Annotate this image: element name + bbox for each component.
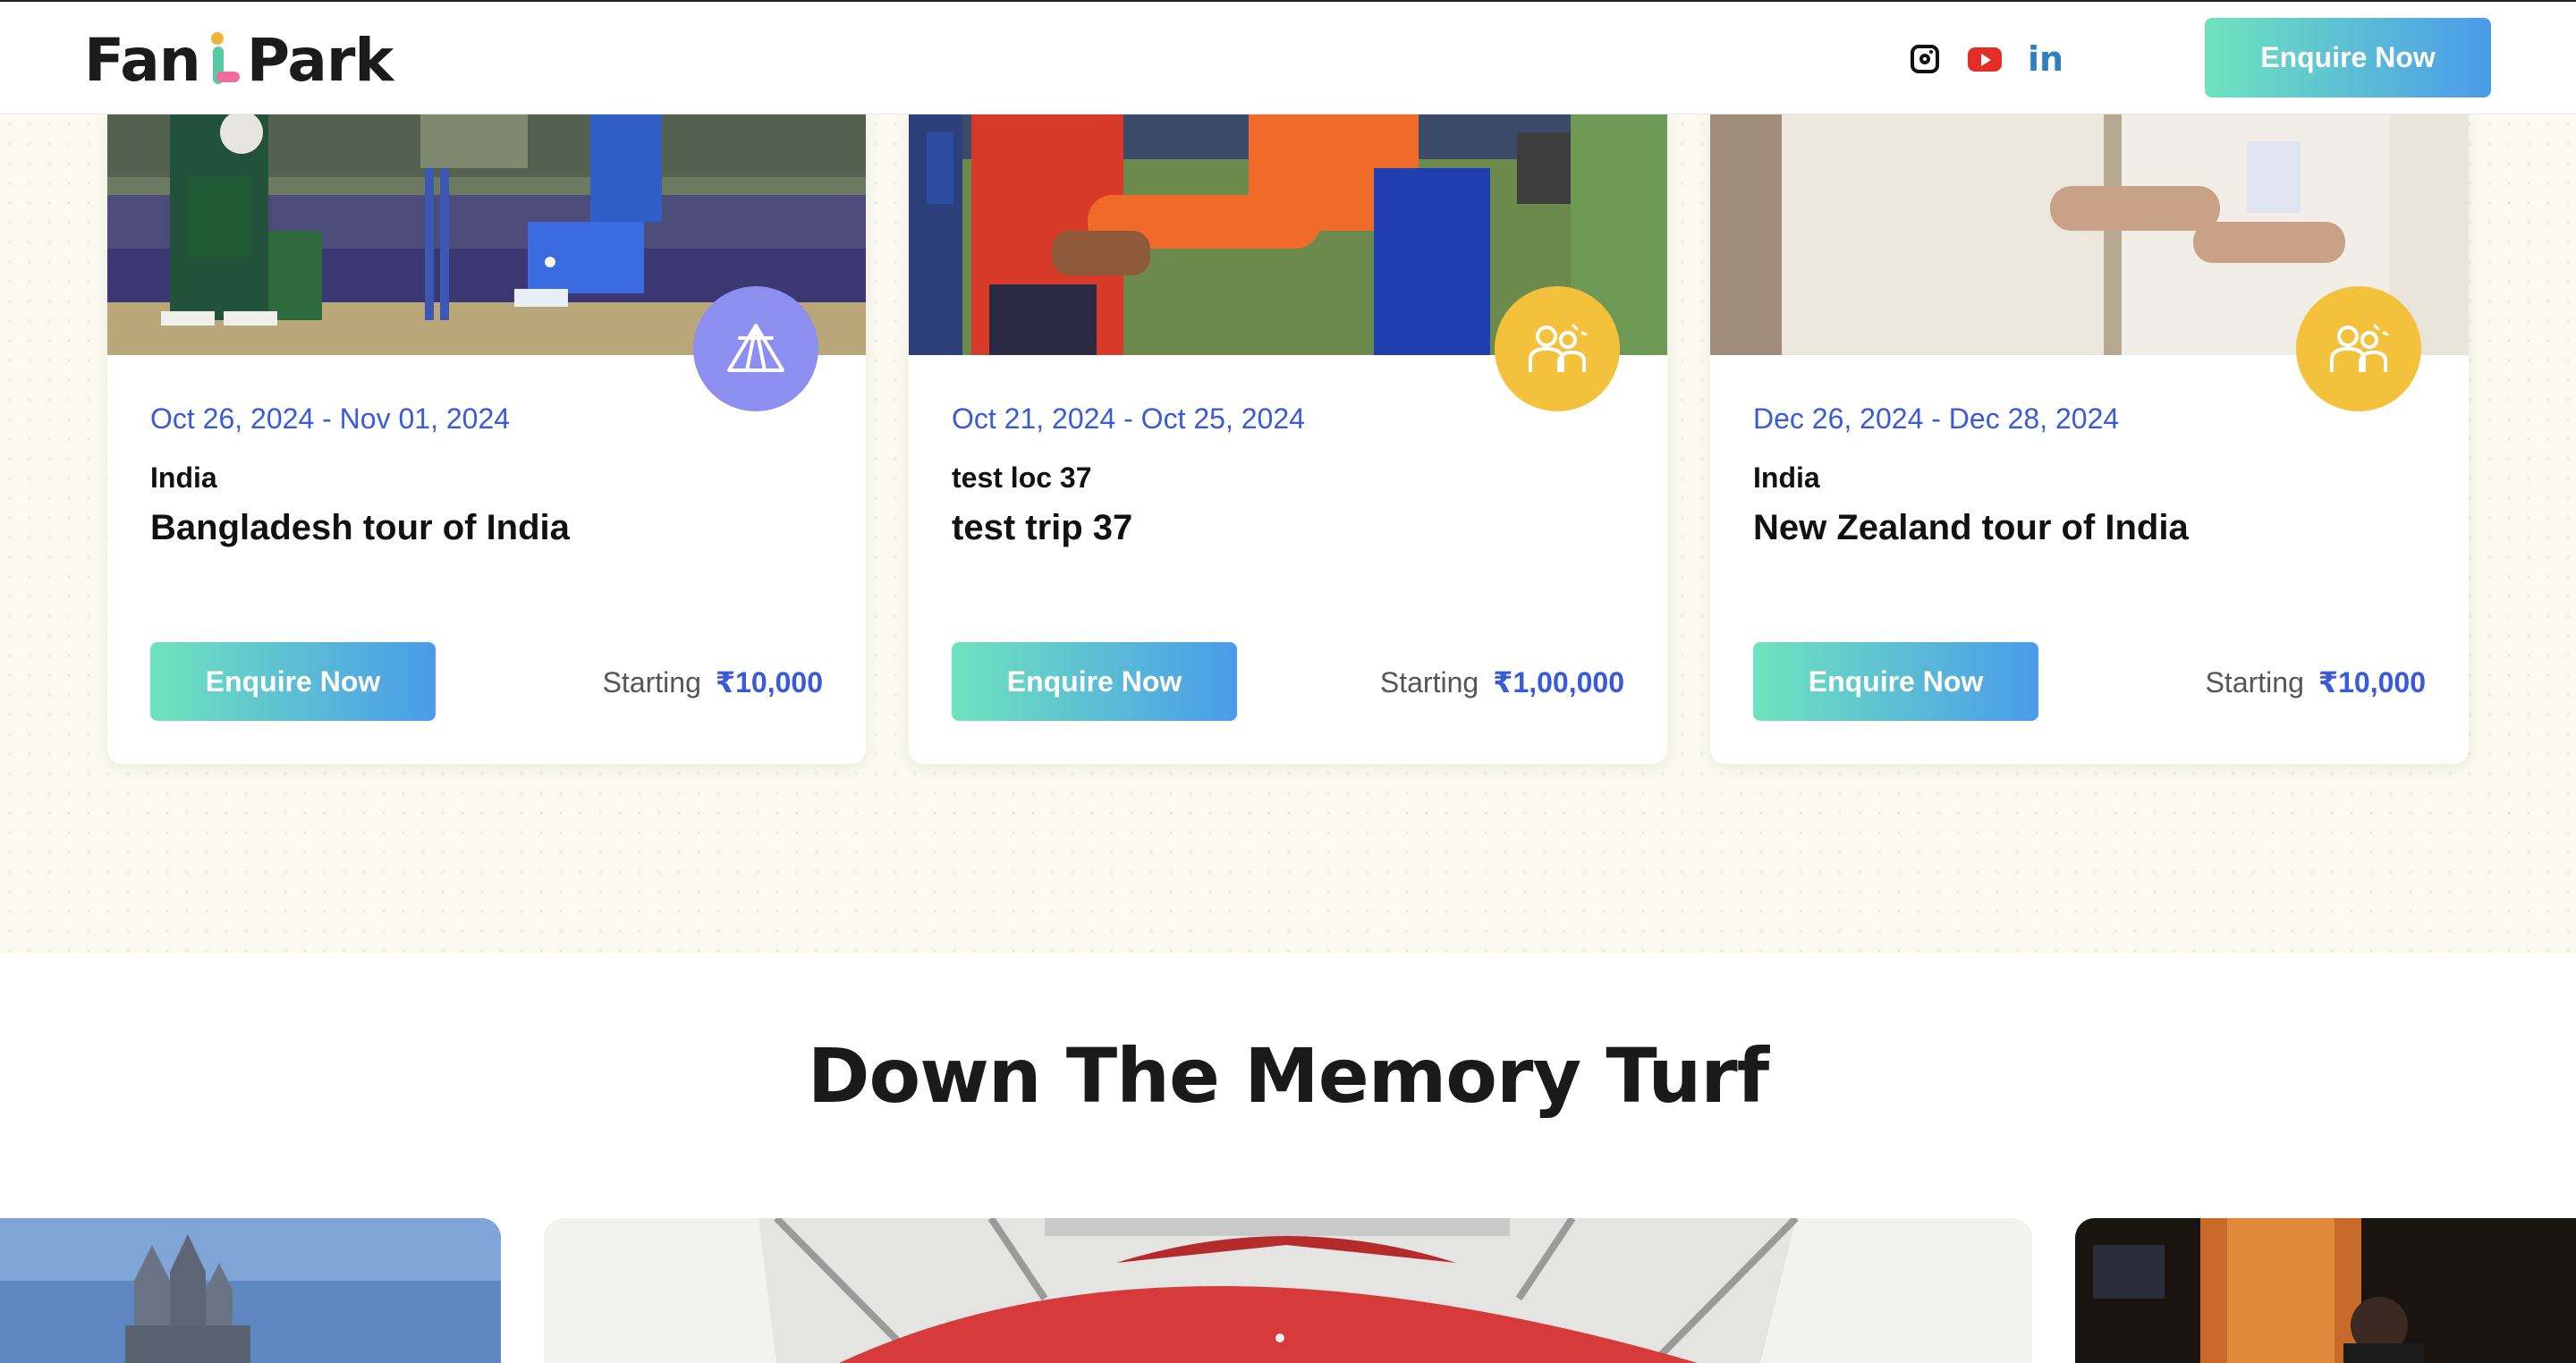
trip-location: India: [1753, 461, 1820, 494]
section-title: Down The Memory Turf: [807, 1032, 1769, 1120]
site-header: Fan Park in Enquire Now: [0, 0, 2576, 114]
starting-label: Starting: [602, 666, 701, 698]
enquire-button[interactable]: Enquire Now: [1753, 642, 2038, 721]
header-enquire-button[interactable]: Enquire Now: [2205, 18, 2491, 97]
price-amount: ₹1,00,000: [1493, 666, 1624, 698]
trip-title[interactable]: New Zealand tour of India: [1753, 508, 2189, 548]
fanpark-logo[interactable]: Fan Park: [84, 25, 394, 95]
logo-text-left: Fan: [84, 25, 201, 95]
fans-icon: [2296, 286, 2421, 411]
trip-date: Oct 26, 2024 - Nov 01, 2024: [150, 402, 511, 435]
trip-title[interactable]: test trip 37: [952, 508, 1132, 548]
fans-icon: [1495, 286, 1620, 411]
trip-card[interactable]: Oct 26, 2024 - Nov 01, 2024 India Bangla…: [107, 114, 866, 764]
memory-photo-tower-bridge[interactable]: [0, 1218, 501, 1363]
tent-icon: [693, 286, 818, 411]
trip-date: Dec 26, 2024 - Dec 28, 2024: [1753, 402, 2120, 435]
trip-location: India: [150, 461, 217, 494]
youtube-icon[interactable]: [1965, 39, 2004, 79]
price-amount: ₹10,000: [715, 666, 823, 698]
trip-price: Starting ₹10,000: [603, 665, 823, 699]
price-amount: ₹10,000: [2318, 666, 2426, 698]
starting-label: Starting: [2205, 666, 2304, 698]
linkedin-icon[interactable]: in: [2026, 39, 2065, 79]
trip-card[interactable]: Dec 26, 2024 - Dec 28, 2024 India New Ze…: [1710, 114, 2469, 764]
trip-price: Starting ₹1,00,000: [1380, 665, 1624, 699]
trip-card[interactable]: Oct 21, 2024 - Oct 25, 2024 test loc 37 …: [909, 114, 1667, 764]
logo-mark-icon: [204, 32, 243, 88]
enquire-button[interactable]: Enquire Now: [952, 642, 1237, 721]
logo-text-right: Park: [246, 25, 394, 95]
trip-price: Starting ₹10,000: [2206, 665, 2426, 699]
memory-section: Down The Memory Turf: [0, 953, 2576, 1363]
trips-section: Oct 26, 2024 - Nov 01, 2024 India Bangla…: [0, 114, 2576, 953]
enquire-button[interactable]: Enquire Now: [150, 642, 436, 721]
trip-location: test loc 37: [952, 461, 1092, 494]
trip-date: Oct 21, 2024 - Oct 25, 2024: [952, 402, 1305, 435]
memory-photo-night-event[interactable]: [2075, 1218, 2576, 1363]
instagram-icon[interactable]: [1905, 39, 1945, 79]
starting-label: Starting: [1379, 666, 1479, 698]
trip-title[interactable]: Bangladesh tour of India: [150, 508, 570, 548]
memory-photo-stadium-roof[interactable]: [544, 1218, 2032, 1363]
